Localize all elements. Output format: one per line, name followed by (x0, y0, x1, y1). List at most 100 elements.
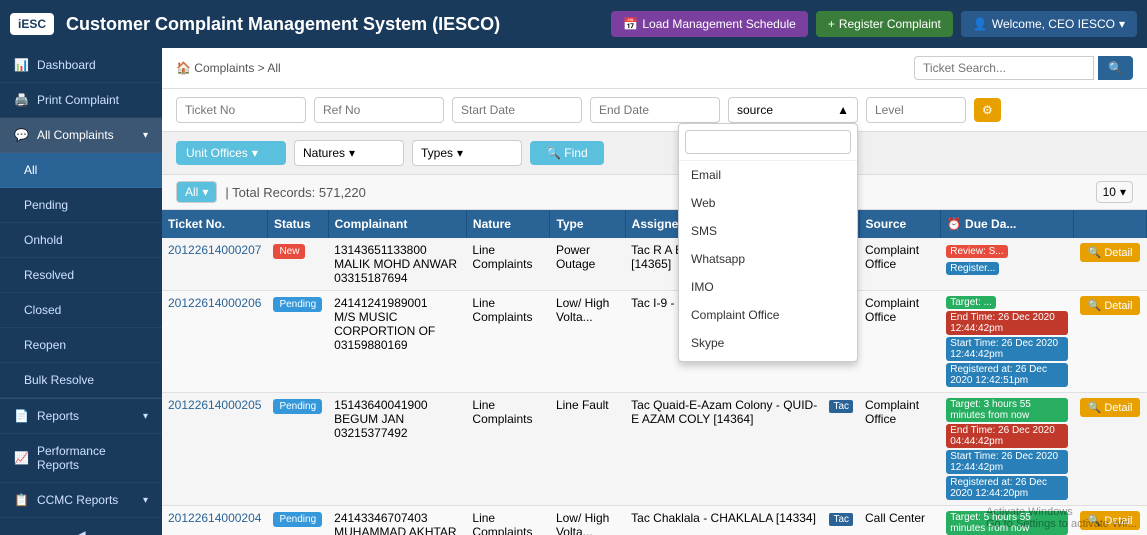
user-menu-btn[interactable]: 👤 Welcome, CEO IESCO ▾ (961, 11, 1137, 37)
source-label: source (737, 103, 773, 117)
sidebar-item-pending[interactable]: Pending (0, 188, 162, 223)
level-input[interactable] (866, 97, 966, 123)
natures-select[interactable]: Natures ▾ (294, 140, 404, 166)
source-option-imo[interactable]: IMO (679, 273, 857, 301)
col-due-date: ⏰ Due Da... (940, 210, 1073, 238)
sidebar-item-reports[interactable]: 📄 Reports ▾ (0, 399, 162, 434)
detail-btn[interactable]: 🔍 Detail (1080, 296, 1141, 315)
sidebar-item-ccmc-reports[interactable]: 📋 CCMC Reports ▾ (0, 483, 162, 518)
source-option-mobile-app[interactable]: Mobile App (679, 357, 857, 361)
sidebar-item-all[interactable]: All (0, 153, 162, 188)
sidebar-item-closed[interactable]: Closed (0, 293, 162, 328)
sidebar-collapse-btn[interactable]: ◀ (0, 518, 162, 535)
source-option-whatsapp[interactable]: Whatsapp (679, 245, 857, 273)
sidebar-item-print-complaint[interactable]: 🖨️ Print Complaint (0, 83, 162, 118)
source-option-complaint-office[interactable]: Complaint Office (679, 301, 857, 329)
registered-badge: Registered at: 26 Dec 2020 12:44:20pm (946, 476, 1067, 500)
type-cell: Power Outage (550, 238, 625, 291)
header: iESC Customer Complaint Management Syste… (0, 0, 1147, 48)
sidebar: 📊 Dashboard 🖨️ Print Complaint 💬 All Com… (0, 48, 162, 535)
natures-label: Natures (303, 146, 345, 160)
col-complainant: Complainant (328, 210, 466, 238)
logo: iESC (10, 13, 54, 35)
source-option-skype[interactable]: Skype (679, 329, 857, 357)
col-source: Source (859, 210, 940, 238)
sidebar-item-onhold[interactable]: Onhold (0, 223, 162, 258)
due-date-cell: Review: S... Register... (940, 238, 1073, 291)
complainant-cell: 13143651133800MALIK MOHD ANWAR0331518769… (328, 238, 466, 291)
all-label: All (185, 185, 198, 199)
level-settings-btn[interactable]: ⚙ (974, 98, 1001, 122)
find-btn[interactable]: 🔍 Find (530, 141, 604, 165)
source-option-web[interactable]: Web (679, 189, 857, 217)
ticket-link[interactable]: 20122614000204 (168, 511, 261, 525)
ticket-search-input[interactable] (914, 56, 1094, 80)
ticket-link[interactable]: 20122614000206 (168, 296, 261, 310)
page-size-value: 10 (1103, 185, 1116, 199)
unit-offices-select[interactable]: Unit Offices ▾ (176, 141, 286, 165)
table-row: 20122614000206 Pending 24141241989001M/S… (162, 291, 1147, 393)
ticket-link[interactable]: 20122614000207 (168, 243, 261, 257)
sidebar-item-performance-reports[interactable]: 📈 Performance Reports (0, 434, 162, 483)
type-cell: Line Fault (550, 393, 625, 506)
left-arrow-icon: ◀ (76, 528, 85, 535)
end-date-input[interactable] (590, 97, 720, 123)
sidebar-item-resolved[interactable]: Resolved (0, 258, 162, 293)
load-mgmt-btn[interactable]: 📅 Load Management Schedule (611, 11, 807, 37)
chevron-up-icon: ▲ (837, 103, 849, 117)
source-option-email[interactable]: Email (679, 161, 857, 189)
ticket-no-cell: 20122614000204 (162, 506, 267, 535)
sidebar-sub-label: All (24, 163, 37, 177)
page-size-select[interactable]: 10 ▾ (1096, 181, 1133, 203)
detail-btn[interactable]: 🔍 Detail (1080, 243, 1141, 262)
status-cell: Pending (267, 393, 328, 506)
home-icon: 🏠 (176, 61, 191, 75)
ticket-no-input[interactable] (176, 97, 306, 123)
app-title: Customer Complaint Management System (IE… (66, 14, 603, 35)
registered-badge: Registered at: 26 Dec 2020 12:42:51pm (946, 363, 1067, 387)
source-search-input[interactable] (685, 130, 851, 154)
status-badge: Pending (273, 399, 322, 414)
source-select[interactable]: source ▲ (728, 97, 858, 123)
review-badge: Review: S... (946, 245, 1007, 258)
sidebar-item-reopen[interactable]: Reopen (0, 328, 162, 363)
table-container: Ticket No. Status Complainant Nature Typ… (162, 210, 1147, 535)
sidebar-item-all-complaints[interactable]: 💬 All Complaints ▾ (0, 118, 162, 153)
all-select[interactable]: All ▾ (176, 181, 217, 203)
source-cell: Complaint Office (859, 238, 940, 291)
tac-badge: Tac (829, 400, 853, 413)
due-date-cell: Target: ... End Time: 26 Dec 2020 12:44:… (940, 291, 1073, 393)
ref-no-input[interactable] (314, 97, 444, 123)
ticket-no-cell: 20122614000205 (162, 393, 267, 506)
sidebar-item-dashboard[interactable]: 📊 Dashboard (0, 48, 162, 83)
sidebar-label: All Complaints (37, 128, 114, 142)
sidebar-label: Print Complaint (37, 93, 119, 107)
types-select[interactable]: Types ▾ (412, 140, 522, 166)
main-layout: 📊 Dashboard 🖨️ Print Complaint 💬 All Com… (0, 48, 1147, 535)
source-cell: Call Center (859, 506, 940, 535)
status-cell: New (267, 238, 328, 291)
chevron-down-icon: ▾ (202, 185, 208, 199)
ticket-link[interactable]: 20122614000205 (168, 398, 261, 412)
assigned-cell: Tac Chaklala - CHAKLALA [14334] (625, 506, 823, 535)
detail-btn[interactable]: 🔍 Detail (1080, 398, 1141, 417)
table-row: 20122614000205 Pending 15143640041900BEG… (162, 393, 1147, 506)
types-label: Types (421, 146, 453, 160)
register-complaint-btn[interactable]: + Register Complaint (816, 11, 953, 37)
status-badge: Pending (273, 297, 322, 312)
start-time-badge: Start Time: 26 Dec 2020 12:44:42pm (946, 337, 1067, 361)
source-dropdown: Email Web SMS Whatsapp IMO Complaint Off… (678, 123, 858, 362)
source-option-sms[interactable]: SMS (679, 217, 857, 245)
breadcrumb-bar: 🏠 Complaints > All 🔍 (162, 48, 1147, 89)
sidebar-label: Reports (37, 409, 79, 423)
unit-offices-label: Unit Offices (186, 146, 248, 160)
sidebar-item-bulk-resolve[interactable]: Bulk Resolve (0, 363, 162, 398)
status-cell: Pending (267, 291, 328, 393)
sidebar-label: CCMC Reports (37, 493, 118, 507)
ticket-search-btn[interactable]: 🔍 (1098, 56, 1133, 80)
start-date-input[interactable] (452, 97, 582, 123)
chevron-down-icon: ▾ (457, 146, 463, 160)
sidebar-label: Performance Reports (37, 444, 148, 472)
chevron-down-icon: ▾ (349, 146, 355, 160)
table-row: 20122614000207 New 13143651133800MALIK M… (162, 238, 1147, 291)
